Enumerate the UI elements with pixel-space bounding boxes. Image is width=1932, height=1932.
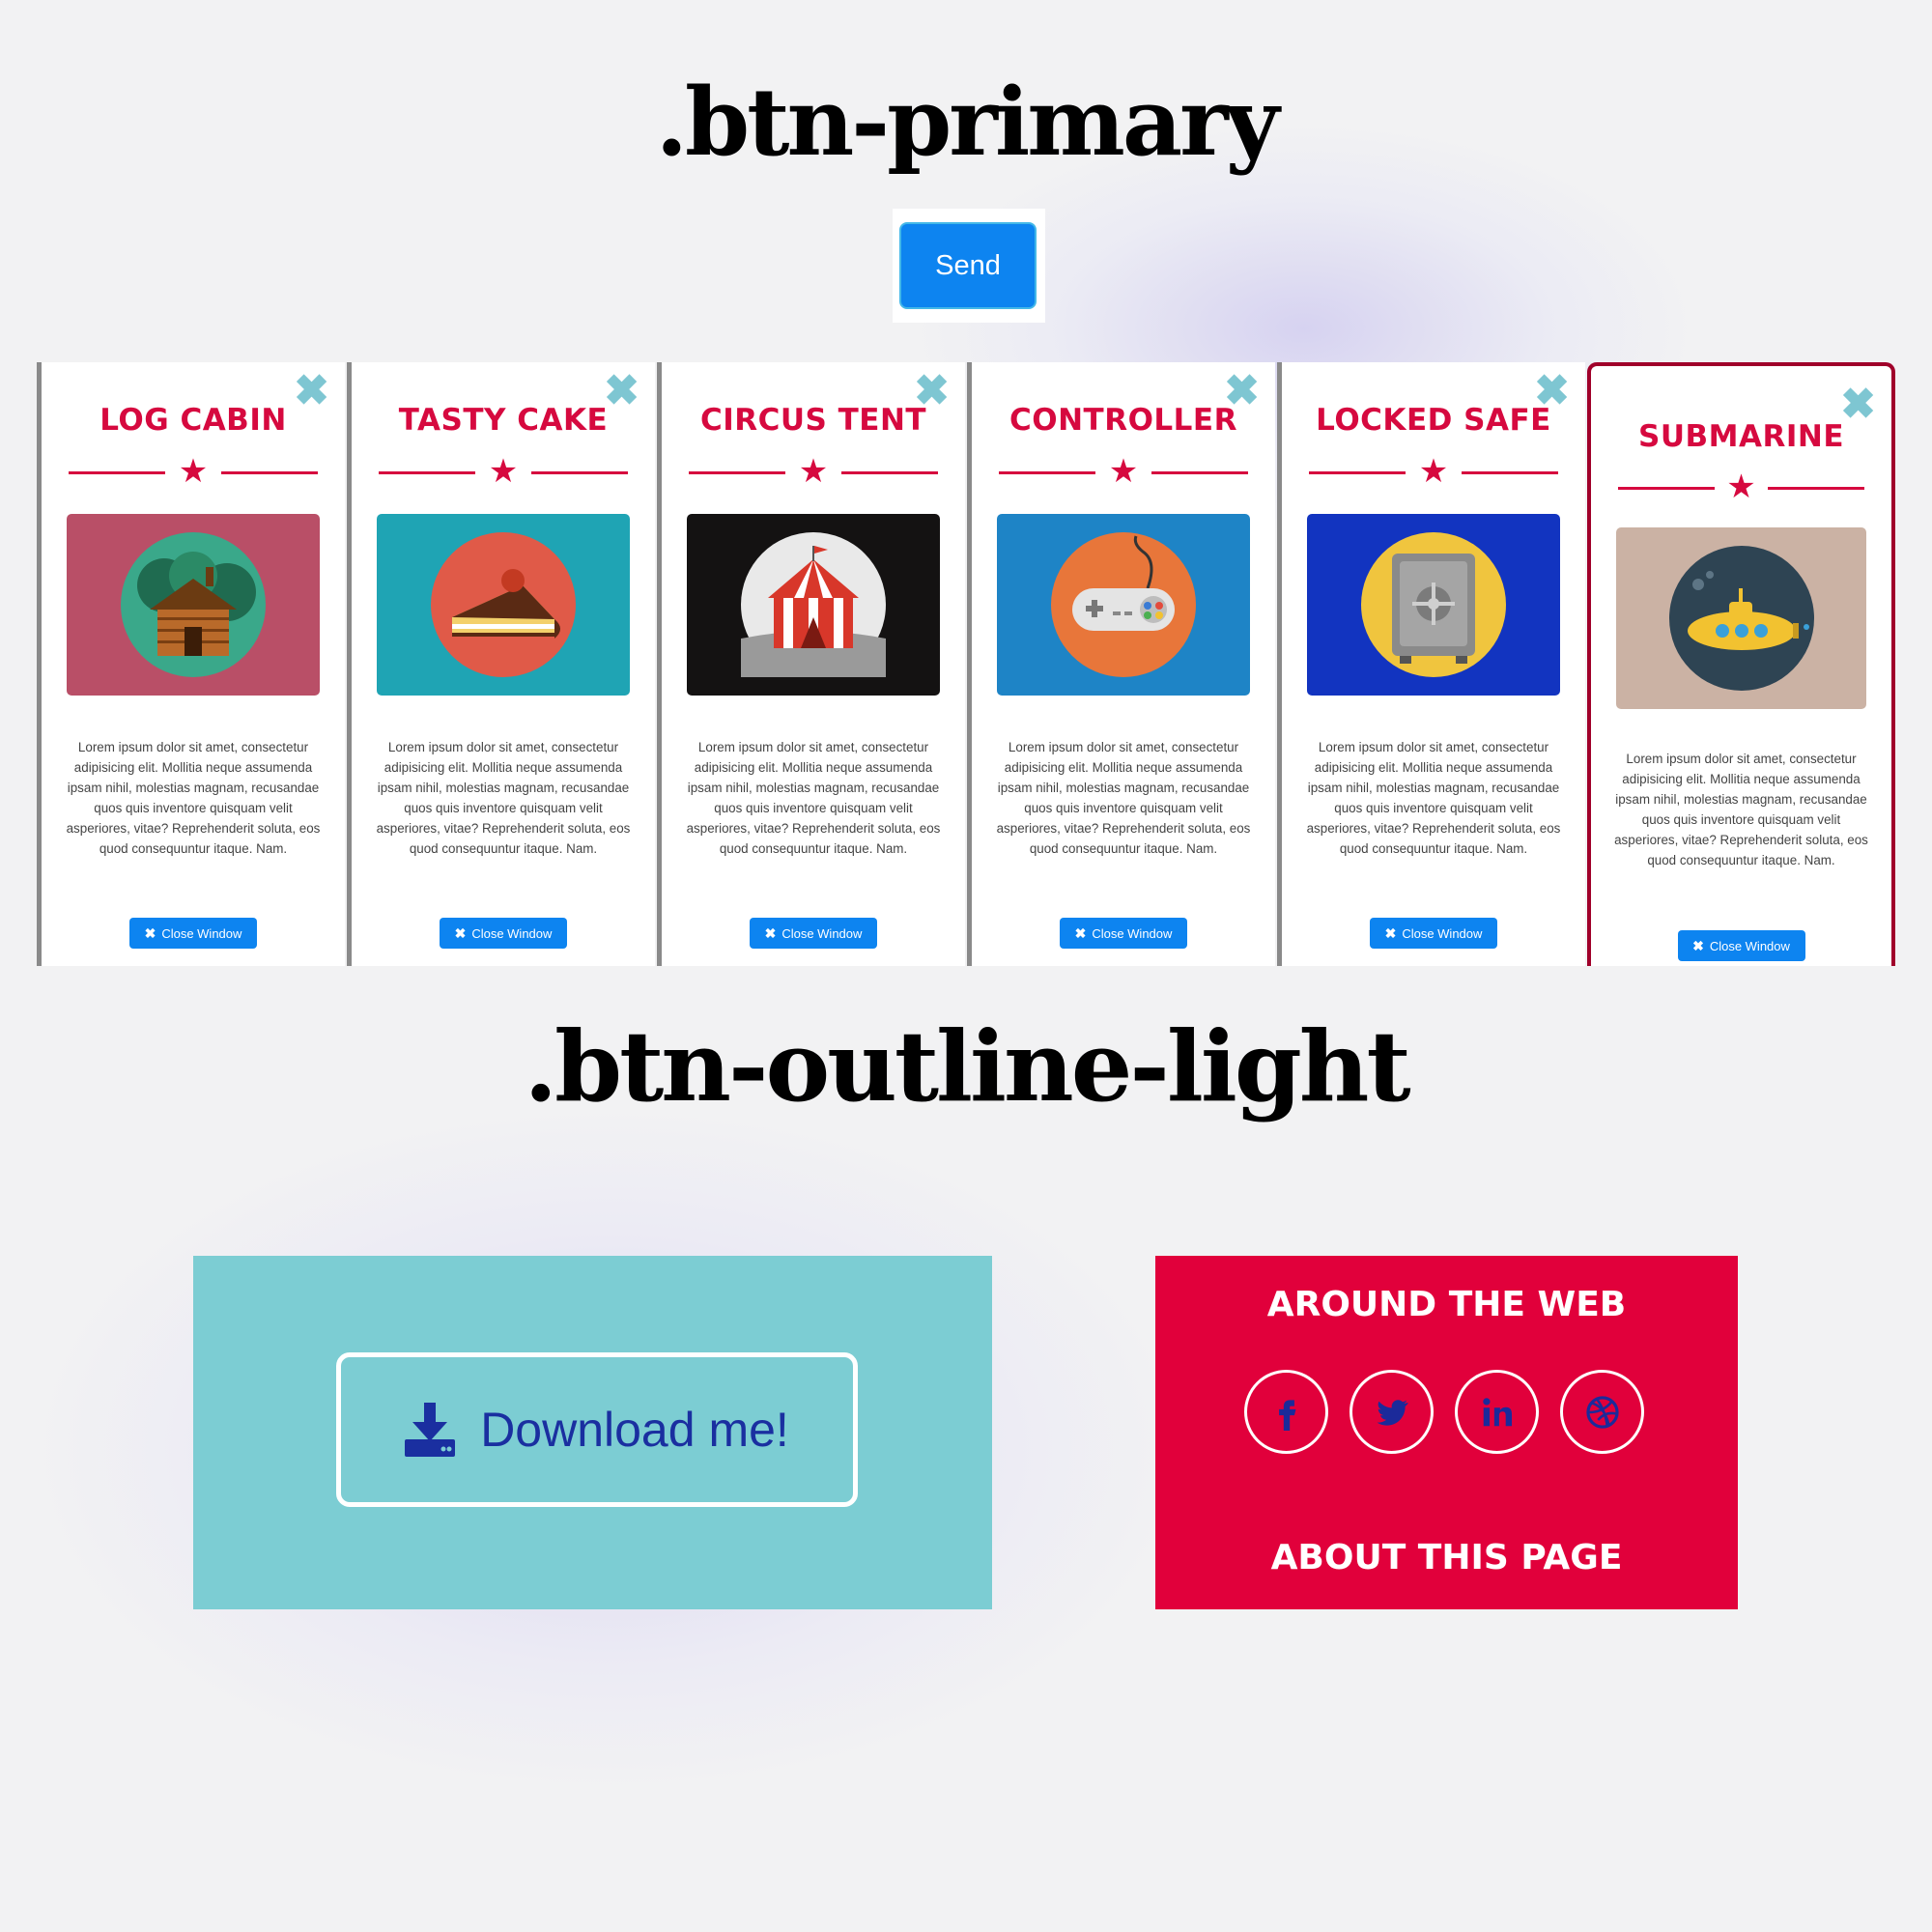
card-art xyxy=(67,514,320,696)
heading-btn-primary: .btn-primary xyxy=(655,68,1280,177)
close-window-button[interactable]: ✖ Close Window xyxy=(750,918,877,949)
card-tasty-cake: ✖ TASTY CAKE ★ Lorem ipsum dolor sit ame… xyxy=(347,362,655,966)
star-divider: ★ xyxy=(379,455,628,488)
about-this-page-title: ABOUT THIS PAGE xyxy=(1270,1538,1623,1577)
close-window-button[interactable]: ✖ Close Window xyxy=(1060,918,1187,949)
card-title: CONTROLLER xyxy=(1009,403,1237,438)
card-description: Lorem ipsum dolor sit amet, consectetur … xyxy=(1614,752,1868,867)
star-icon: ★ xyxy=(798,453,829,490)
close-window-label: Close Window xyxy=(1092,925,1173,941)
card-title: LOG CABIN xyxy=(99,403,287,438)
linkedin-icon[interactable] xyxy=(1455,1370,1539,1454)
star-icon: ★ xyxy=(488,453,519,490)
star-icon: ★ xyxy=(1726,469,1756,505)
social-links xyxy=(1244,1370,1644,1454)
card-description: Lorem ipsum dolor sit amet, consectetur … xyxy=(376,740,631,856)
card-title: TASTY CAKE xyxy=(398,403,609,438)
card-title: LOCKED SAFE xyxy=(1316,403,1551,438)
twitter-icon[interactable] xyxy=(1350,1370,1434,1454)
close-icon: ✖ xyxy=(1074,924,1087,941)
star-divider: ★ xyxy=(999,455,1248,488)
controller-icon xyxy=(1051,532,1196,677)
card-title: CIRCUS TENT xyxy=(699,403,927,438)
close-window-label: Close Window xyxy=(161,925,242,941)
submarine-icon xyxy=(1668,546,1814,691)
cake-icon xyxy=(431,532,576,677)
star-divider: ★ xyxy=(1618,470,1864,503)
card-art xyxy=(377,514,630,696)
around-the-web-panel: AROUND THE WEB ABOUT THIS PAGE xyxy=(1155,1256,1738,1609)
close-icon: ✖ xyxy=(1692,937,1704,953)
download-icon xyxy=(405,1403,456,1457)
card-description: Lorem ipsum dolor sit amet, consectetur … xyxy=(686,740,941,856)
log-cabin-icon xyxy=(121,532,266,677)
card-art xyxy=(1307,514,1560,696)
close-window-label: Close Window xyxy=(781,925,863,941)
close-window-button[interactable]: ✖ Close Window xyxy=(440,918,567,949)
close-window-button[interactable]: ✖ Close Window xyxy=(129,918,257,949)
card-description: Lorem ipsum dolor sit amet, consectetur … xyxy=(66,740,321,856)
card-controller: ✖ CONTROLLER ★ Lorem ipsum dolor sit ame… xyxy=(967,362,1275,966)
star-divider: ★ xyxy=(689,455,938,488)
close-window-label: Close Window xyxy=(471,925,553,941)
card-submarine: ✖ SUBMARINE ★ Lorem ipsum dolor sit amet… xyxy=(1587,362,1895,966)
card-description: Lorem ipsum dolor sit amet, consectetur … xyxy=(996,740,1251,856)
star-divider: ★ xyxy=(1309,455,1558,488)
card-log-cabin: ✖ LOG CABIN ★ Lorem ipsum dolor sit amet… xyxy=(37,362,345,966)
card-circus-tent: ✖ CIRCUS TENT ★ Lorem ipsum dolor sit am… xyxy=(657,362,965,966)
safe-icon xyxy=(1361,532,1506,677)
card-art xyxy=(1616,527,1866,709)
card-art xyxy=(997,514,1250,696)
close-icon: ✖ xyxy=(764,924,777,941)
heading-btn-outline-light: .btn-outline-light xyxy=(524,1009,1410,1123)
close-icon: ✖ xyxy=(454,924,467,941)
close-window-button[interactable]: ✖ Close Window xyxy=(1370,918,1497,949)
download-label: Download me! xyxy=(480,1403,789,1457)
download-panel: Download me! xyxy=(193,1256,992,1609)
close-window-label: Close Window xyxy=(1402,925,1483,941)
star-icon: ★ xyxy=(1108,453,1139,490)
card-art xyxy=(687,514,940,696)
download-button[interactable]: Download me! xyxy=(336,1352,858,1507)
facebook-icon[interactable] xyxy=(1244,1370,1328,1454)
dribbble-icon[interactable] xyxy=(1560,1370,1644,1454)
close-window-button[interactable]: ✖ Close Window xyxy=(1677,930,1805,961)
close-window-label: Close Window xyxy=(1709,938,1790,953)
send-button-frame: Send xyxy=(893,209,1045,323)
around-the-web-title: AROUND THE WEB xyxy=(1266,1285,1627,1324)
send-button[interactable]: Send xyxy=(899,222,1037,309)
star-icon: ★ xyxy=(178,453,209,490)
card-title: SUBMARINE xyxy=(1638,419,1844,454)
card-strip: ✖ LOG CABIN ★ Lorem ipsum dolor sit amet… xyxy=(37,362,1895,966)
close-icon: ✖ xyxy=(1384,924,1397,941)
close-icon: ✖ xyxy=(144,924,156,941)
circus-tent-icon xyxy=(741,532,886,677)
card-locked-safe: ✖ LOCKED SAFE ★ Lorem ipsum dolor sit am… xyxy=(1277,362,1585,966)
star-icon: ★ xyxy=(1418,453,1449,490)
star-divider: ★ xyxy=(69,455,318,488)
card-description: Lorem ipsum dolor sit amet, consectetur … xyxy=(1306,740,1561,856)
